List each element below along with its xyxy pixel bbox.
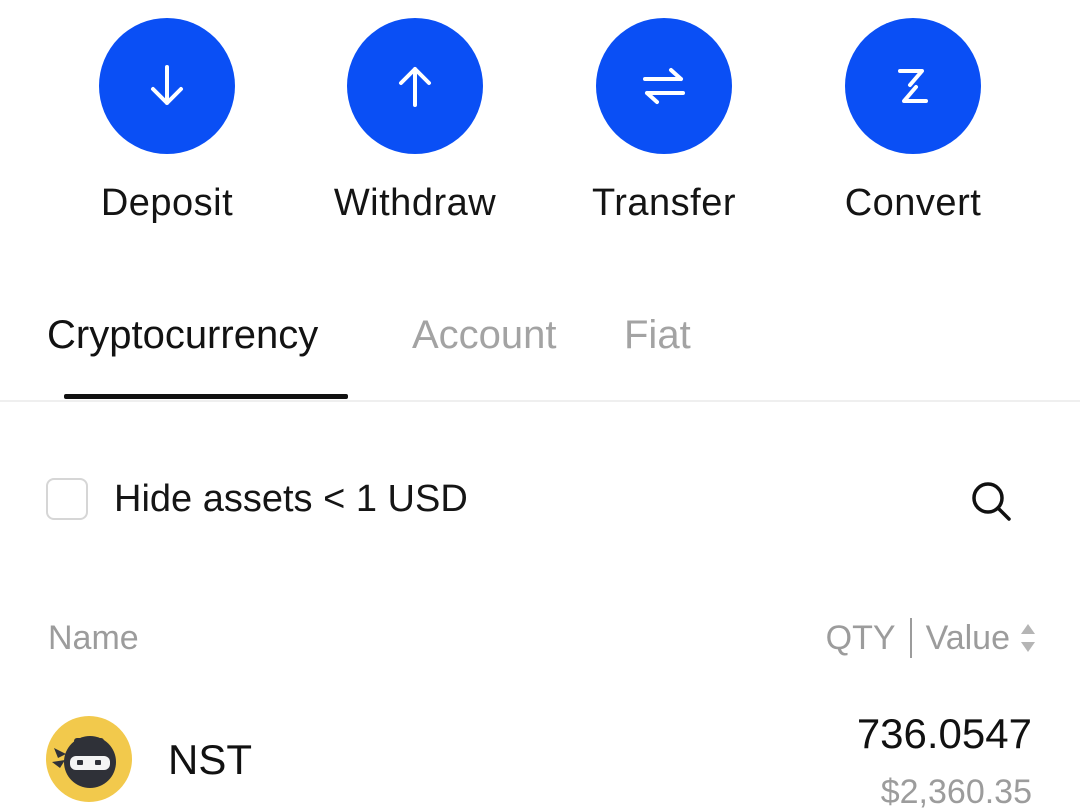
asset-symbol: NST xyxy=(168,736,252,783)
ninja-coin-icon xyxy=(46,716,132,802)
column-header-qty-value[interactable]: QTY Value xyxy=(826,618,1036,658)
column-header-qty: QTY xyxy=(825,619,896,657)
column-header-name: Name xyxy=(48,619,139,657)
tab-account[interactable]: Account xyxy=(412,312,557,358)
asset-tabs: Cryptocurrency Account Fiat xyxy=(0,308,1080,402)
convert-button[interactable]: Convert xyxy=(813,18,1013,224)
withdraw-button[interactable]: Withdraw xyxy=(315,18,515,224)
convert-icon xyxy=(898,69,928,103)
column-header-value: Value xyxy=(925,619,1010,657)
transfer-button[interactable]: Transfer xyxy=(564,18,764,224)
withdraw-circle[interactable] xyxy=(347,18,483,154)
assets-screen: Deposit Withdraw Transfer Convert Crypto… xyxy=(0,0,1080,810)
sort-icon[interactable] xyxy=(1020,622,1036,654)
search-icon xyxy=(972,482,1011,521)
asset-qty: 736.0547 xyxy=(856,710,1032,757)
deposit-button[interactable]: Deposit xyxy=(67,18,267,224)
arrow-down-icon xyxy=(151,65,183,105)
swap-arrows-icon xyxy=(643,68,685,104)
transfer-circle[interactable] xyxy=(596,18,732,154)
active-tab-indicator xyxy=(64,394,348,399)
hide-small-assets-toggle[interactable]: Hide assets < 1 USD xyxy=(46,476,468,522)
arrow-up-icon xyxy=(399,67,431,107)
tab-cryptocurrency[interactable]: Cryptocurrency xyxy=(47,312,318,358)
asset-row[interactable]: NST 736.0547 $2,360.35 xyxy=(0,706,1080,810)
deposit-circle[interactable] xyxy=(99,18,235,154)
withdraw-label: Withdraw xyxy=(333,182,497,224)
transfer-label: Transfer xyxy=(591,182,737,224)
column-divider xyxy=(909,618,912,658)
asset-value: $2,360.35 xyxy=(880,773,1032,810)
hide-small-assets-label: Hide assets < 1 USD xyxy=(114,478,468,520)
hide-small-assets-checkbox[interactable] xyxy=(46,478,88,520)
convert-circle[interactable] xyxy=(845,18,981,154)
search-button[interactable] xyxy=(968,478,1014,524)
tab-fiat[interactable]: Fiat xyxy=(624,312,691,358)
deposit-label: Deposit xyxy=(100,182,234,224)
convert-label: Convert xyxy=(844,182,982,224)
